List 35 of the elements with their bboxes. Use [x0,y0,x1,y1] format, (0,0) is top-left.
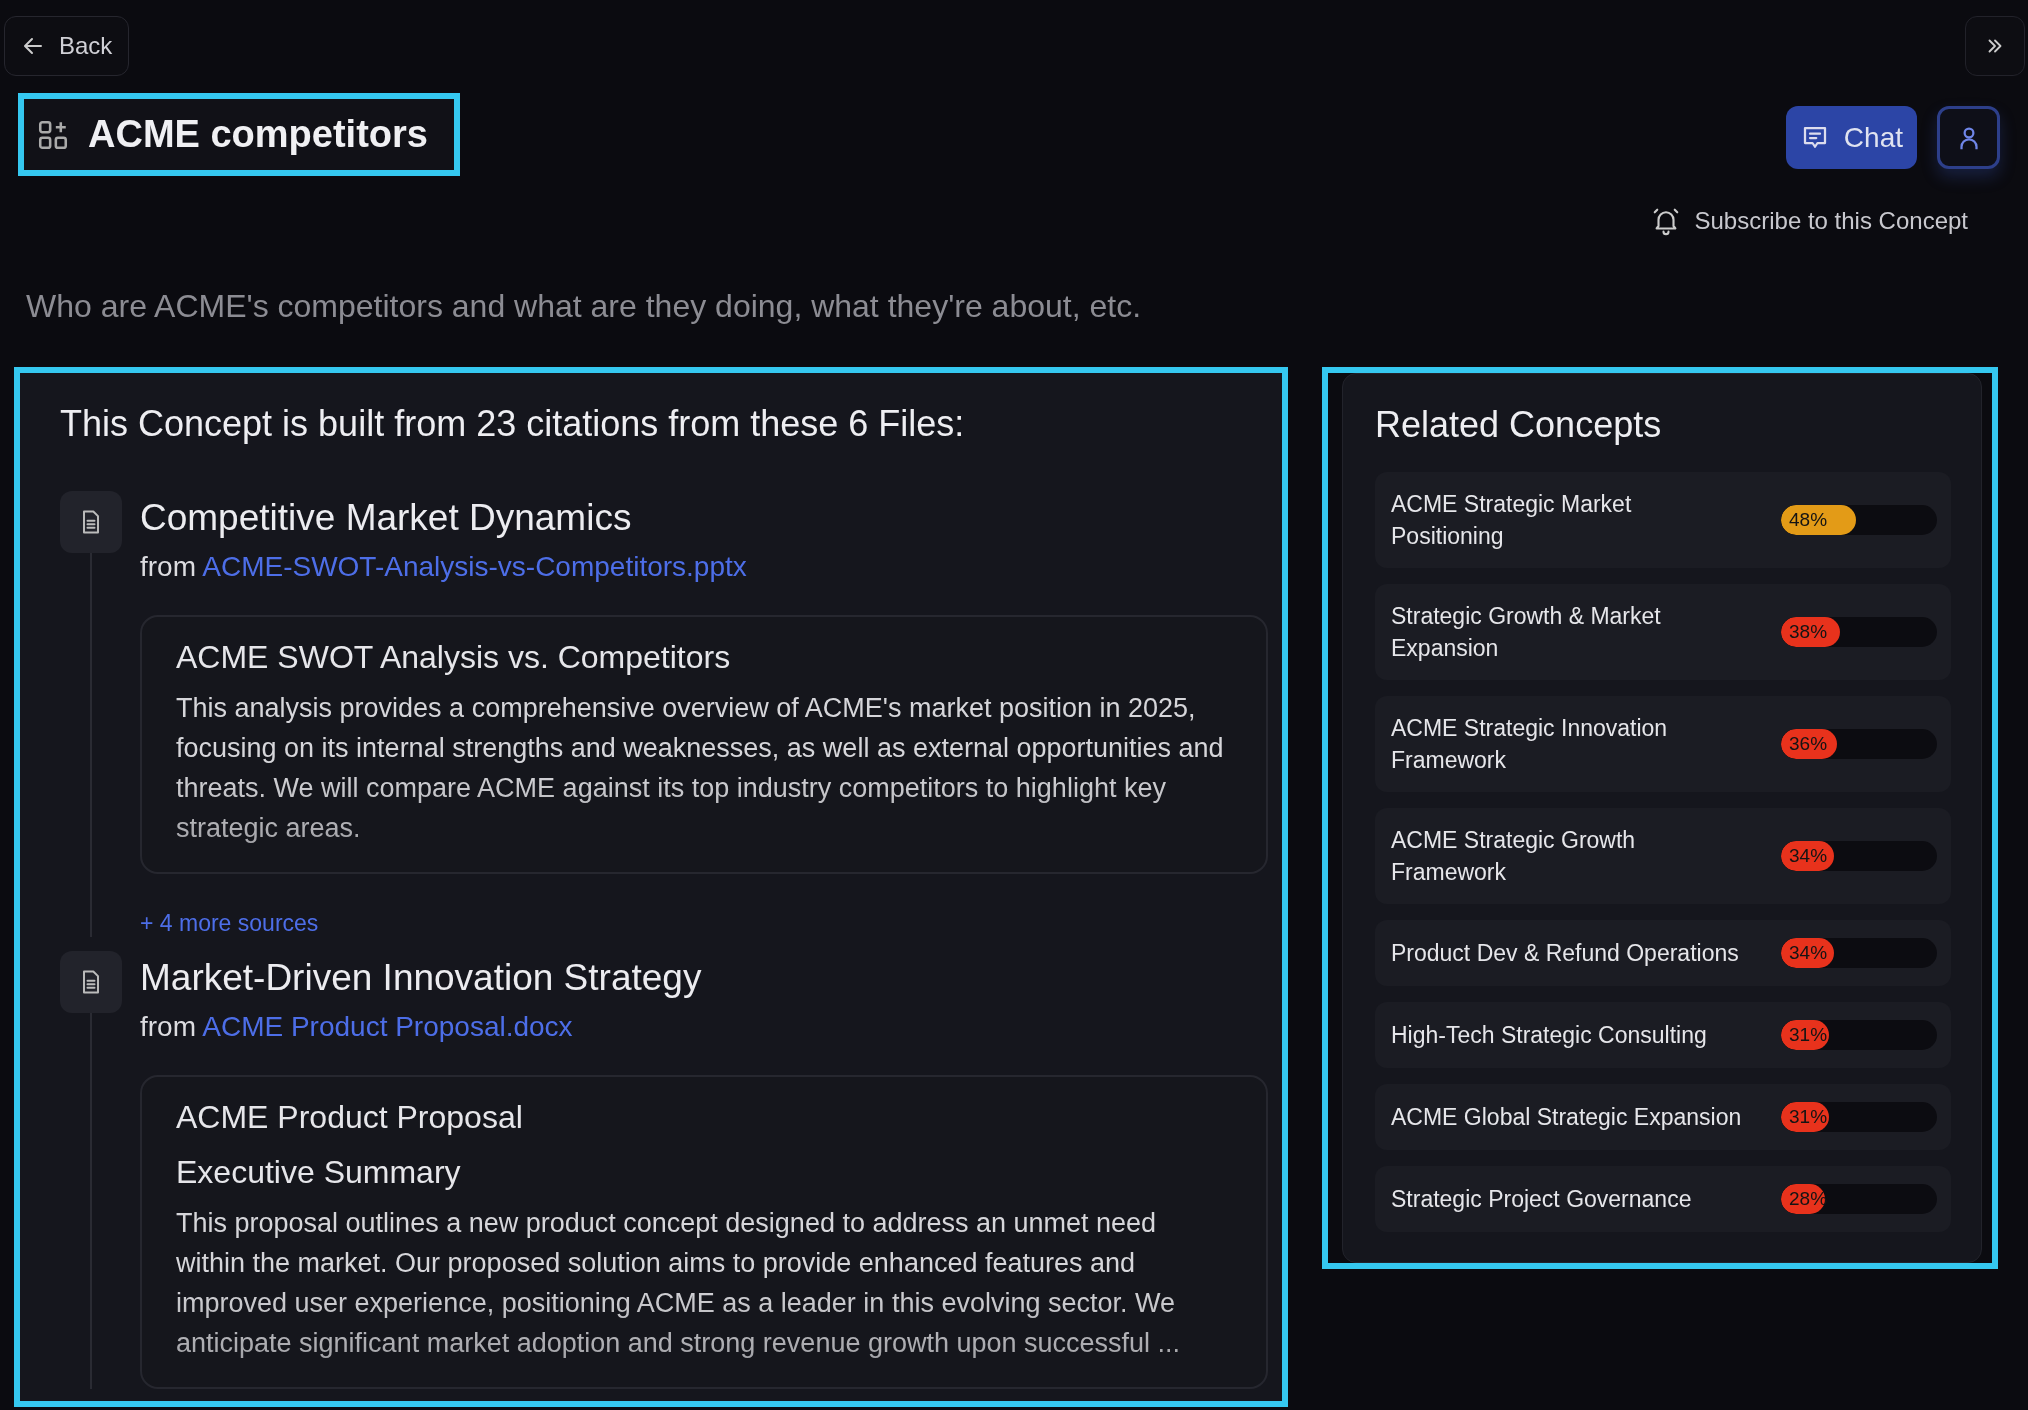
from-label: from [140,551,196,582]
related-concept-item[interactable]: High-Tech Strategic Consulting 31% [1375,1002,1951,1068]
more-sources-link[interactable]: + 4 more sources [140,910,319,937]
back-button[interactable]: Back [4,16,130,76]
related-concept-item[interactable]: ACME Strategic Growth Framework 34% [1375,808,1951,904]
concept-description: Who are ACME's competitors and what are they doing, what they're about, etc. [26,288,1142,325]
file-title: Competitive Market Dynamics [140,497,633,539]
excerpt-title: ACME Product Proposal [176,1099,524,1136]
from-label: from [140,1011,196,1042]
score-percent: 31% [1788,1105,1829,1129]
concept-title: ACME competitors [88,113,428,156]
score-percent: 34% [1788,941,1829,965]
related-concept-item[interactable]: Strategic Growth & Market Expansion 38% [1375,584,1951,680]
score-percent: 34% [1788,844,1829,868]
subscribe-button[interactable]: Subscribe to this Concept [1650,206,1968,236]
score-percent: 38% [1788,620,1829,644]
user-button[interactable] [1937,106,2000,169]
expand-button[interactable] [1965,16,2025,76]
score-percent: 48% [1788,508,1829,532]
score-percent: 31% [1788,1023,1829,1047]
related-heading: Related Concepts [1375,404,1663,446]
excerpt-text: This analysis provides a comprehensive overview of ACME's market position in 2025, focusing on its internal strengths and weaknesses, as well as external opportunities and threats. We will compare ACME against its top industry competitors to highlight key strategic areas. [176,692,1225,845]
excerpt-text: This proposal outlines a new product concept designed to address an unmet need within the market. Our proposed solution aims to provide enhanced features and improved user experience, positioning ACME as a leader in this evolving sector. We anticipate significant market adoption and strong revenue growth upon successful ... [176,1207,1182,1360]
related-concept-item[interactable]: ACME Global Strategic Expansion 31% [1375,1084,1951,1150]
file-link[interactable]: ACME-SWOT-Analysis-vs-Competitors.pptx [202,551,747,582]
sources-heading: This Concept is built from 23 citations from these 6 Files: [60,403,966,445]
related-concept-item[interactable]: ACME Strategic Innovation Framework 36% [1375,696,1951,792]
file-title: Market-Driven Innovation Strategy [140,957,703,999]
file-link[interactable]: ACME Product Proposal.docx [202,1011,573,1042]
chat-button[interactable]: Chat [1785,106,1917,169]
excerpt-title: ACME SWOT Analysis vs. Competitors [176,639,732,676]
score-percent: 36% [1788,732,1829,756]
related-concept-item[interactable]: Product Dev & Refund Operations 34% [1375,920,1951,986]
excerpt-subtitle: Executive Summary [176,1154,462,1191]
related-concept-item[interactable]: ACME Strategic Market Positioning 48% [1375,472,1951,568]
